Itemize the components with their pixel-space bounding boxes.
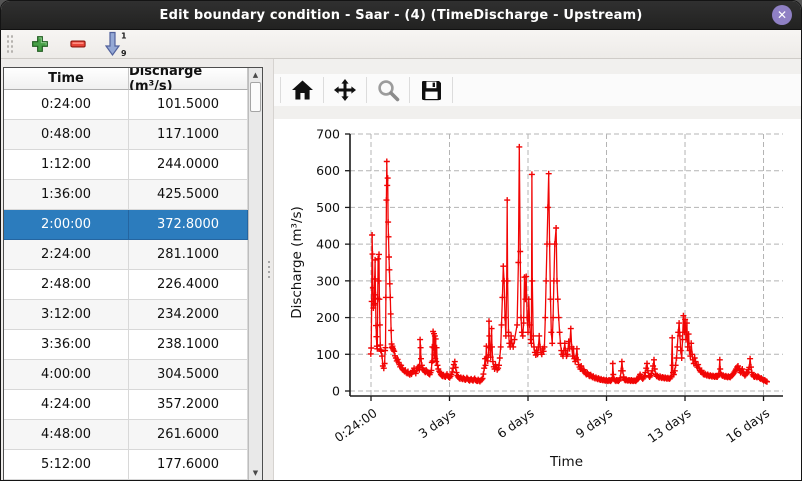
table-cell[interactable]: 117.1000 bbox=[129, 120, 248, 150]
table-cell[interactable]: 101.5000 bbox=[129, 90, 248, 120]
table-cell[interactable]: 0:24:00 bbox=[4, 90, 129, 120]
plus-icon bbox=[30, 34, 50, 54]
table-row[interactable]: 4:00:00304.5000 bbox=[4, 360, 262, 390]
plot-home-button[interactable] bbox=[287, 76, 317, 104]
y-tick-label: 200 bbox=[316, 310, 340, 325]
x-tick-label: 0:24:00 bbox=[332, 405, 380, 445]
table-row[interactable]: 3:12:00234.2000 bbox=[4, 300, 262, 330]
table-cell[interactable]: 261.6000 bbox=[129, 420, 248, 450]
scroll-down-icon[interactable]: ▼ bbox=[249, 466, 262, 480]
x-tick-label: 9 days bbox=[573, 405, 616, 441]
home-icon bbox=[291, 79, 314, 101]
table-cell[interactable]: 4:00:00 bbox=[4, 360, 129, 390]
discharge-time-chart[interactable]: 0 100 200 300 400 500 600 700 0:24:00 3 days 6 day… bbox=[274, 119, 802, 481]
y-tick-label: 400 bbox=[316, 237, 340, 252]
scroll-up-icon[interactable]: ▲ bbox=[249, 68, 262, 82]
table-scrollbar[interactable]: ▲ ▼ bbox=[248, 68, 262, 480]
table-body: 0:24:00101.50000:48:00117.10001:12:00244… bbox=[4, 90, 262, 480]
table-row[interactable]: 3:36:00238.1000 bbox=[4, 330, 262, 360]
remove-row-button[interactable] bbox=[65, 31, 91, 57]
x-tick-label: 3 days bbox=[416, 405, 459, 441]
sort-rows-button[interactable]: 1 9 bbox=[103, 31, 129, 57]
y-tick-label: 100 bbox=[316, 347, 340, 362]
zoom-icon bbox=[377, 79, 400, 102]
table-header: Time Discharge (m³/s) bbox=[4, 68, 262, 90]
table-row[interactable]: 1:12:00244.0000 bbox=[4, 150, 262, 180]
table-row[interactable]: 4:24:00357.2000 bbox=[4, 390, 262, 420]
pan-icon bbox=[333, 78, 357, 102]
figure-area[interactable]: 0 100 200 300 400 500 600 700 0:24:00 3 days 6 day… bbox=[274, 119, 801, 480]
table-row[interactable]: 0:48:00117.1000 bbox=[4, 120, 262, 150]
x-tick-label: 13 days bbox=[645, 405, 694, 446]
x-tick-label: 6 days bbox=[494, 405, 537, 441]
table-row[interactable]: 2:48:00226.4000 bbox=[4, 270, 262, 300]
x-axis-label: Time bbox=[549, 454, 583, 470]
table-cell[interactable]: 0:48:00 bbox=[4, 120, 129, 150]
column-header-time[interactable]: Time bbox=[4, 68, 129, 90]
table-cell[interactable]: 2:24:00 bbox=[4, 240, 129, 270]
table-cell[interactable]: 238.1000 bbox=[129, 330, 248, 360]
table-cell[interactable]: 244.0000 bbox=[129, 150, 248, 180]
table-row[interactable]: 2:24:00281.1000 bbox=[4, 240, 262, 270]
minus-icon bbox=[68, 34, 88, 54]
plot-pan-button[interactable] bbox=[330, 76, 360, 104]
table-cell[interactable]: 4:48:00 bbox=[4, 420, 129, 450]
table-row[interactable]: 2:00:00372.8000 bbox=[4, 210, 262, 240]
y-tick-label: 300 bbox=[316, 273, 340, 288]
table-cell[interactable]: 4:24:00 bbox=[4, 390, 129, 420]
table-cell[interactable]: 1:36:00 bbox=[4, 180, 129, 210]
y-tick-label: 700 bbox=[316, 127, 340, 142]
data-series-markers bbox=[368, 144, 770, 385]
column-header-discharge[interactable]: Discharge (m³/s) bbox=[129, 68, 248, 90]
x-tick-label: 16 days bbox=[723, 405, 772, 446]
table-panel: Time Discharge (m³/s) 0:24:00101.50000:4… bbox=[1, 59, 264, 480]
sort-ascending-icon: 1 9 bbox=[105, 31, 127, 57]
plot-zoom-button[interactable] bbox=[373, 76, 403, 104]
table-cell[interactable]: 2:48:00 bbox=[4, 270, 129, 300]
table-cell[interactable]: 234.2000 bbox=[129, 300, 248, 330]
table-cell[interactable]: 5:12:00 bbox=[4, 450, 129, 480]
table-cell[interactable]: 357.2000 bbox=[129, 390, 248, 420]
svg-text:9: 9 bbox=[121, 49, 127, 57]
edit-boundary-condition-window: Edit boundary condition - Saar - (4) (Ti… bbox=[0, 0, 802, 481]
add-row-button[interactable] bbox=[27, 31, 53, 57]
window-title: Edit boundary condition - Saar - (4) (Ti… bbox=[159, 8, 642, 23]
scrollbar-thumb[interactable] bbox=[250, 82, 261, 112]
save-icon bbox=[420, 79, 443, 102]
table-cell[interactable]: 304.5000 bbox=[129, 360, 248, 390]
plot-toolbar bbox=[274, 74, 801, 106]
table-cell[interactable]: 177.6000 bbox=[129, 450, 248, 480]
table-cell[interactable]: 226.4000 bbox=[129, 270, 248, 300]
table-row[interactable]: 4:48:00261.6000 bbox=[4, 420, 262, 450]
table-cell[interactable]: 3:36:00 bbox=[4, 330, 129, 360]
toolbar-grip-handle[interactable] bbox=[5, 33, 13, 55]
table-row[interactable]: 5:12:00177.6000 bbox=[4, 450, 262, 480]
boundary-table: Time Discharge (m³/s) 0:24:00101.50000:4… bbox=[3, 67, 263, 481]
y-axis-label: Discharge (m³/s) bbox=[289, 206, 305, 319]
y-tick-label: 500 bbox=[316, 200, 340, 215]
table-cell[interactable]: 372.8000 bbox=[129, 210, 248, 240]
pane-splitter[interactable] bbox=[264, 59, 273, 480]
y-tick-label: 0 bbox=[332, 384, 340, 399]
table-cell[interactable]: 1:12:00 bbox=[4, 150, 129, 180]
table-row[interactable]: 1:36:00425.5000 bbox=[4, 180, 262, 210]
y-tick-label: 600 bbox=[316, 163, 340, 178]
row-edit-toolbar: 1 9 bbox=[1, 30, 801, 59]
svg-text:1: 1 bbox=[121, 32, 127, 41]
close-icon: ✕ bbox=[777, 8, 787, 22]
table-cell[interactable]: 425.5000 bbox=[129, 180, 248, 210]
table-cell[interactable]: 281.1000 bbox=[129, 240, 248, 270]
table-cell[interactable]: 3:12:00 bbox=[4, 300, 129, 330]
table-cell[interactable]: 2:00:00 bbox=[4, 210, 129, 240]
content-area: Time Discharge (m³/s) 0:24:00101.50000:4… bbox=[1, 59, 801, 480]
chart-panel: 0 100 200 300 400 500 600 700 0:24:00 3 days 6 day… bbox=[273, 59, 801, 480]
plot-save-button[interactable] bbox=[416, 76, 446, 104]
table-row[interactable]: 0:24:00101.5000 bbox=[4, 90, 262, 120]
titlebar: Edit boundary condition - Saar - (4) (Ti… bbox=[1, 1, 801, 30]
close-button[interactable]: ✕ bbox=[772, 5, 792, 25]
